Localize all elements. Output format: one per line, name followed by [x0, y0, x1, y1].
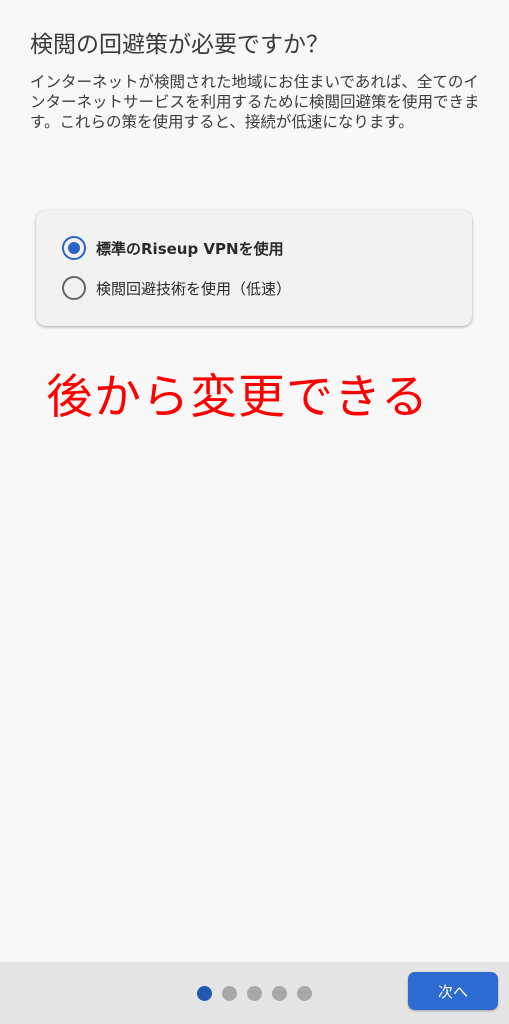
bottom-navigation-bar: 次へ	[0, 962, 509, 1024]
page-dot-icon	[247, 986, 262, 1001]
page-title: 検閲の回避策が必要ですか？	[30, 32, 329, 58]
radio-selected-icon[interactable]	[62, 236, 86, 260]
option-standard-vpn[interactable]: 標準のRiseup VPNを使用	[62, 233, 284, 263]
page-dot-active-icon	[197, 986, 212, 1001]
page-indicator	[197, 986, 312, 1001]
option-standard-vpn-label: 標準のRiseup VPNを使用	[96, 239, 284, 258]
next-button[interactable]: 次へ	[408, 972, 498, 1010]
option-censorship-circumvention-label: 検閲回避技術を使用（低速）	[96, 279, 292, 298]
page-dot-icon	[297, 986, 312, 1001]
page-dot-icon	[272, 986, 287, 1001]
option-censorship-circumvention[interactable]: 検閲回避技術を使用（低速）	[62, 273, 291, 303]
connection-options-card: 標準のRiseup VPNを使用 検閲回避技術を使用（低速）	[36, 210, 472, 326]
annotation-text: 後から変更できる	[46, 370, 430, 425]
radio-unselected-icon[interactable]	[62, 276, 86, 300]
page-dot-icon	[222, 986, 237, 1001]
page-description: インターネットが検閲された地域にお住まいであれば、全てのインターネットサービスを…	[30, 73, 480, 131]
